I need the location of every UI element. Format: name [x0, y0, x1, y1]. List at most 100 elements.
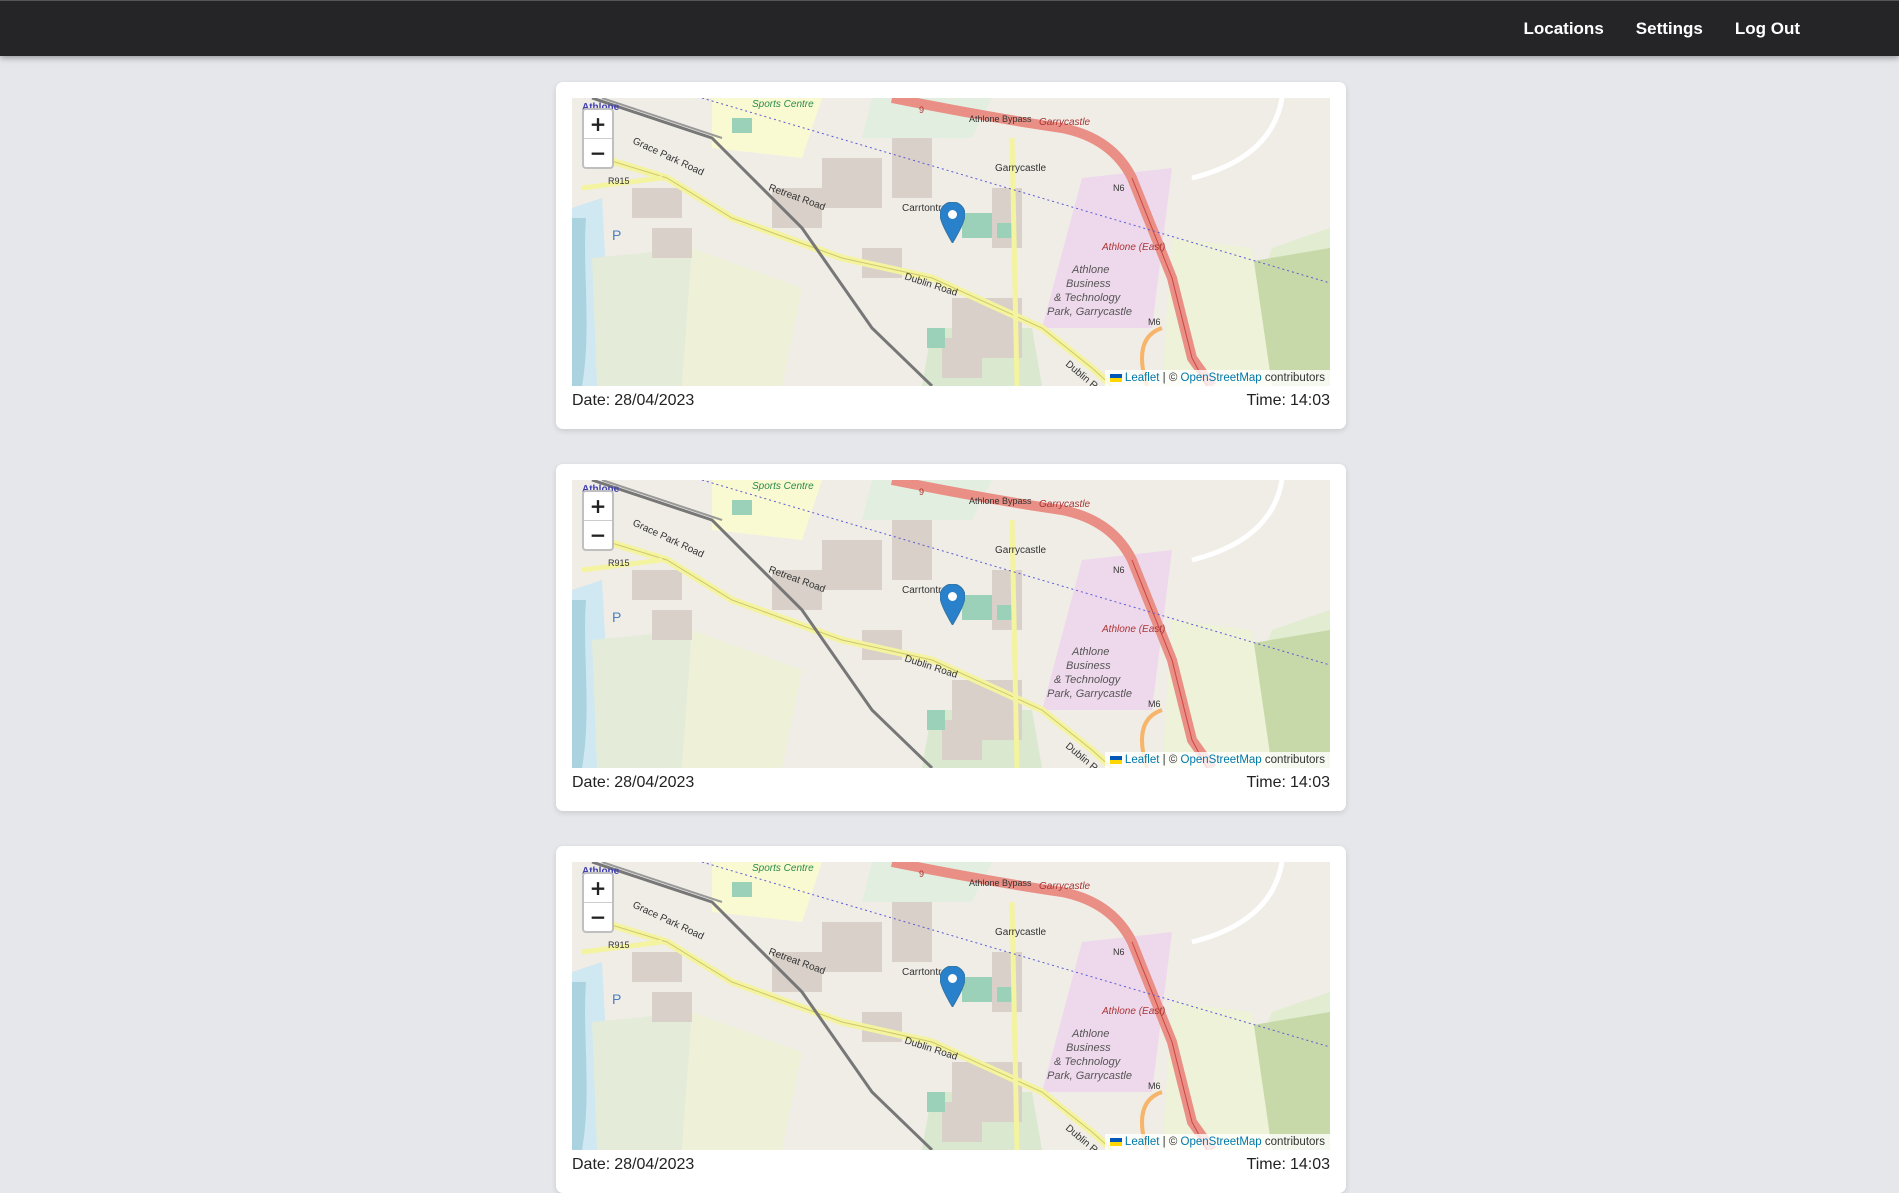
leaflet-link[interactable]: Leaflet [1125, 1136, 1160, 1148]
nav-logout-link[interactable]: Log Out [1735, 19, 1800, 39]
time-value: 14:03 [1289, 392, 1330, 409]
svg-text:Athlone Bypass: Athlone Bypass [969, 114, 1032, 124]
svg-text:M6: M6 [1148, 1081, 1161, 1091]
nav-links: Locations Settings Log Out [1523, 1, 1800, 57]
svg-text:Garrycastle: Garrycastle [1039, 117, 1091, 128]
svg-text:Garrycastle: Garrycastle [1039, 881, 1091, 892]
svg-text:M6: M6 [1148, 699, 1161, 709]
leaflet-link[interactable]: Leaflet [1125, 372, 1160, 384]
map-marker-icon[interactable] [940, 966, 965, 1007]
svg-text:Garrycastle: Garrycastle [995, 927, 1047, 938]
time-text: Time: 14:03 [1247, 1156, 1330, 1178]
svg-text:N6: N6 [1113, 947, 1125, 957]
zoom-in-button[interactable]: + [584, 492, 612, 521]
attribution-contributors: contributors [1264, 1136, 1325, 1148]
ukraine-flag-icon [1109, 1138, 1122, 1146]
attribution-separator: | © [1162, 754, 1178, 766]
date-label: Date: [572, 774, 611, 791]
svg-text:Sports Centre: Sports Centre [752, 863, 814, 874]
svg-text:P: P [612, 227, 621, 243]
time-text: Time: 14:03 [1247, 392, 1330, 414]
svg-text:R915: R915 [608, 176, 630, 186]
svg-text:N6: N6 [1113, 565, 1125, 575]
time-value: 14:03 [1289, 774, 1330, 791]
svg-text:Athlone Bypass: Athlone Bypass [969, 496, 1032, 506]
svg-text:Garrycastle: Garrycastle [1039, 499, 1091, 510]
osm-link[interactable]: OpenStreetMap [1181, 372, 1262, 384]
svg-text:R915: R915 [608, 558, 630, 568]
zoom-in-button[interactable]: + [584, 110, 612, 139]
nav-locations-link[interactable]: Locations [1523, 19, 1603, 39]
date-label: Date: [572, 1156, 611, 1173]
location-card: Athlone Sports Centre Grace Park Road R9… [556, 846, 1346, 1193]
svg-text:Athlone (East): Athlone (East) [1101, 1006, 1165, 1017]
ukraine-flag-icon [1109, 374, 1122, 382]
time-text: Time: 14:03 [1247, 774, 1330, 796]
attribution-contributors: contributors [1264, 372, 1325, 384]
zoom-control: + − [582, 490, 614, 551]
date-value: 28/04/2023 [614, 392, 695, 409]
map-marker-icon[interactable] [940, 202, 965, 243]
svg-text:Sports Centre: Sports Centre [752, 481, 814, 492]
map-attribution: Leaflet | © OpenStreetMap contributors [1104, 752, 1330, 768]
attribution-separator: | © [1162, 372, 1178, 384]
svg-text:& Technology: & Technology [1054, 1056, 1122, 1068]
map-attribution: Leaflet | © OpenStreetMap contributors [1104, 370, 1330, 386]
osm-link[interactable]: OpenStreetMap [1181, 1136, 1262, 1148]
svg-text:& Technology: & Technology [1054, 292, 1122, 304]
svg-text:P: P [612, 991, 621, 1007]
zoom-out-button[interactable]: − [584, 903, 612, 931]
date-value: 28/04/2023 [614, 774, 695, 791]
location-meta: Date: 28/04/2023 Time: 14:03 [572, 774, 1330, 796]
time-label: Time: [1246, 392, 1286, 409]
attribution-separator: | © [1162, 1136, 1178, 1148]
osm-link[interactable]: OpenStreetMap [1181, 754, 1262, 766]
svg-text:Business: Business [1066, 1042, 1111, 1054]
svg-text:Sports Centre: Sports Centre [752, 99, 814, 110]
date-text: Date: 28/04/2023 [572, 1156, 694, 1178]
attribution-contributors: contributors [1264, 754, 1325, 766]
nav-settings-link[interactable]: Settings [1636, 19, 1703, 39]
map-attribution: Leaflet | © OpenStreetMap contributors [1104, 1134, 1330, 1150]
svg-text:M6: M6 [1148, 317, 1161, 327]
location-card: Athlone Sports Centre Grace Park Road R9… [556, 464, 1346, 811]
svg-text:Park, Garrycastle: Park, Garrycastle [1047, 1070, 1132, 1082]
date-label: Date: [572, 392, 611, 409]
location-meta: Date: 28/04/2023 Time: 14:03 [572, 1156, 1330, 1178]
svg-text:Athlone Bypass: Athlone Bypass [969, 878, 1032, 888]
svg-text:Athlone (East): Athlone (East) [1101, 624, 1165, 635]
location-map[interactable]: Athlone Sports Centre Grace Park Road R9… [572, 98, 1330, 386]
time-value: 14:03 [1289, 1156, 1330, 1173]
zoom-out-button[interactable]: − [584, 521, 612, 549]
svg-text:Business: Business [1066, 660, 1111, 672]
zoom-control: + − [582, 108, 614, 169]
svg-text:R915: R915 [608, 940, 630, 950]
time-label: Time: [1246, 774, 1286, 791]
date-text: Date: 28/04/2023 [572, 774, 694, 796]
date-value: 28/04/2023 [614, 1156, 695, 1173]
map-marker-icon[interactable] [940, 584, 965, 625]
zoom-out-button[interactable]: − [584, 139, 612, 167]
svg-text:9: 9 [919, 105, 924, 115]
location-map[interactable]: Athlone Sports Centre Grace Park Road R9… [572, 862, 1330, 1150]
date-text: Date: 28/04/2023 [572, 392, 694, 414]
svg-text:Athlone (East): Athlone (East) [1101, 242, 1165, 253]
svg-text:Park, Garrycastle: Park, Garrycastle [1047, 306, 1132, 318]
svg-text:Business: Business [1066, 278, 1111, 290]
location-meta: Date: 28/04/2023 Time: 14:03 [572, 392, 1330, 414]
svg-text:9: 9 [919, 869, 924, 879]
location-map[interactable]: Athlone Sports Centre Grace Park Road R9… [572, 480, 1330, 768]
svg-text:Athlone: Athlone [1071, 1028, 1109, 1040]
svg-text:Athlone: Athlone [1071, 264, 1109, 276]
svg-text:Athlone: Athlone [1071, 646, 1109, 658]
zoom-in-button[interactable]: + [584, 874, 612, 903]
svg-text:Garrycastle: Garrycastle [995, 163, 1047, 174]
svg-text:Garrycastle: Garrycastle [995, 545, 1047, 556]
time-label: Time: [1246, 1156, 1286, 1173]
svg-text:P: P [612, 609, 621, 625]
ukraine-flag-icon [1109, 756, 1122, 764]
svg-text:9: 9 [919, 487, 924, 497]
leaflet-link[interactable]: Leaflet [1125, 754, 1160, 766]
top-navbar: Locations Settings Log Out [0, 0, 1899, 56]
zoom-control: + − [582, 872, 614, 933]
